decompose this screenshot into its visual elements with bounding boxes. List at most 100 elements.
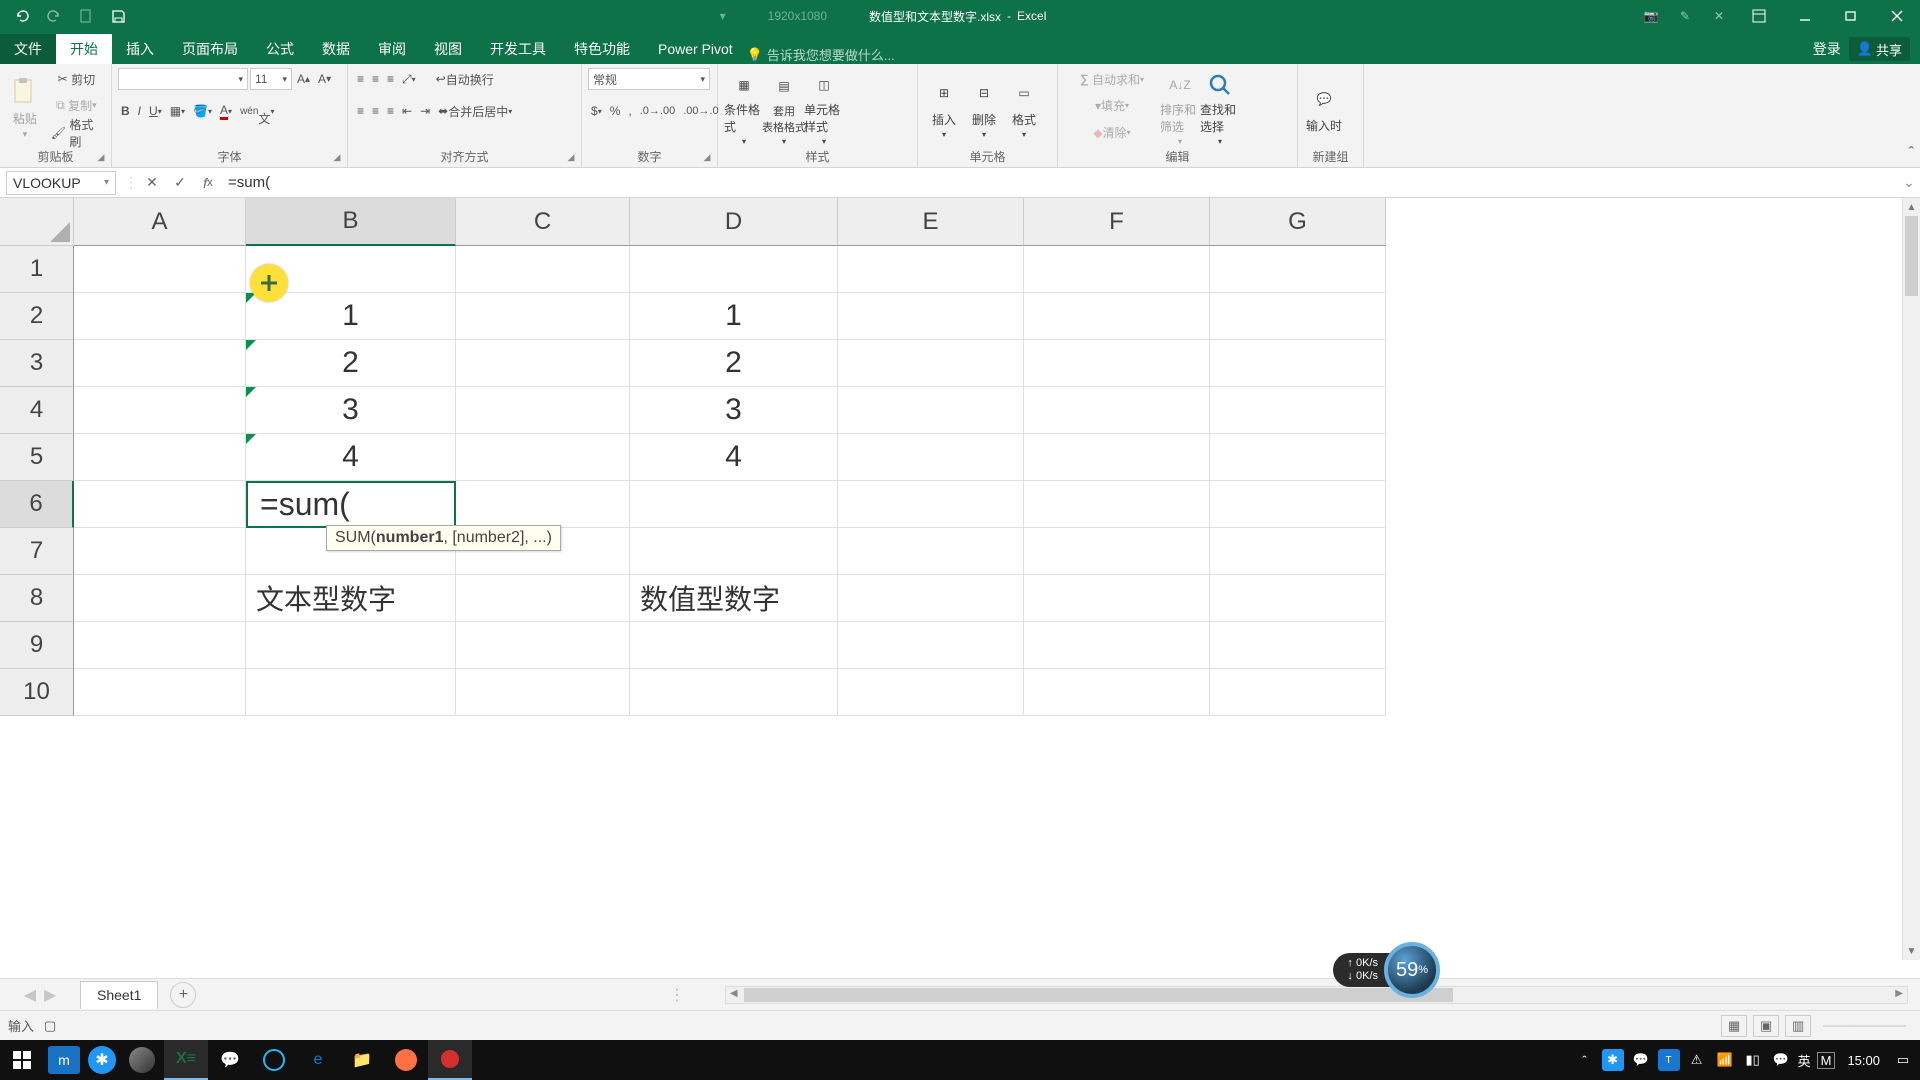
redo-icon[interactable] <box>40 4 68 28</box>
scroll-up-icon[interactable]: ▲ <box>1903 198 1920 216</box>
pencil-icon[interactable]: ✎ <box>1668 0 1702 32</box>
tab-layout[interactable]: 页面布局 <box>168 34 252 64</box>
tray-battery-icon[interactable]: ▮▯ <box>1742 1049 1764 1071</box>
cell-C4[interactable] <box>456 387 630 434</box>
cell-B4[interactable]: 3 <box>246 387 456 434</box>
tray-app-1[interactable]: ✱ <box>1602 1049 1624 1071</box>
col-head-F[interactable]: F <box>1024 198 1210 246</box>
fx-icon[interactable]: fx <box>194 171 222 195</box>
view-normal-icon[interactable]: ▦ <box>1721 1015 1747 1037</box>
col-head-E[interactable]: E <box>838 198 1024 246</box>
cell-G1[interactable] <box>1210 246 1386 293</box>
row-head-6[interactable]: 6 <box>0 481 74 528</box>
maximize-icon[interactable] <box>1828 0 1874 32</box>
cell-D8[interactable]: 数值型数字 <box>630 575 838 622</box>
align-top-icon[interactable]: ≡ <box>354 68 367 90</box>
cell-E8[interactable] <box>838 575 1024 622</box>
cell-C10[interactable] <box>456 669 630 716</box>
table-format-button[interactable]: ▤套用 表格格式▾ <box>764 66 804 146</box>
cell-F9[interactable] <box>1024 622 1210 669</box>
align-right-icon[interactable]: ≡ <box>384 100 397 122</box>
align-bottom-icon[interactable]: ≡ <box>384 68 397 90</box>
font-color-button[interactable]: A▾ <box>217 100 235 122</box>
tab-home[interactable]: 开始 <box>56 34 112 64</box>
cell-A2[interactable] <box>74 293 246 340</box>
row-head-5[interactable]: 5 <box>0 434 74 481</box>
cell-D1[interactable] <box>630 246 838 293</box>
col-head-A[interactable]: A <box>74 198 246 246</box>
share-button[interactable]: 👤共享 <box>1849 37 1910 61</box>
cell-D3[interactable]: 2 <box>630 340 838 387</box>
taskbar-edge[interactable]: e <box>296 1040 340 1080</box>
indent-dec-icon[interactable]: ⇤ <box>399 100 415 122</box>
cell-G2[interactable] <box>1210 293 1386 340</box>
percent-icon[interactable]: % <box>607 100 624 122</box>
cell-A7[interactable] <box>74 528 246 575</box>
insert-cells-button[interactable]: ⊞插入▾ <box>924 66 964 146</box>
cell-B8[interactable]: 文本型数字 <box>246 575 456 622</box>
cell-C2[interactable] <box>456 293 630 340</box>
cell-G6[interactable] <box>1210 481 1386 528</box>
clear-button[interactable]: ◆ 清除▾ <box>1064 122 1160 144</box>
taskbar-record[interactable] <box>428 1040 472 1080</box>
view-page-icon[interactable]: ▣ <box>1753 1015 1779 1037</box>
formula-input[interactable]: =sum( <box>222 171 1898 195</box>
taskbar-wechat[interactable]: 💬 <box>208 1040 252 1080</box>
shrink-font-icon[interactable]: A▾ <box>315 68 334 90</box>
cell-E6[interactable] <box>838 481 1024 528</box>
collapse-ribbon-icon[interactable]: ˆ <box>1909 145 1914 163</box>
sheet-tab[interactable]: Sheet1 <box>80 981 158 1009</box>
font-launcher-icon[interactable]: ◢ <box>330 150 344 164</box>
cell-F6[interactable] <box>1024 481 1210 528</box>
tray-wechat2-icon[interactable]: 💬 <box>1770 1049 1792 1071</box>
taskbar-app-3[interactable] <box>120 1040 164 1080</box>
underline-button[interactable]: U▾ <box>146 100 165 122</box>
tray-network-icon[interactable]: 📶 <box>1714 1049 1736 1071</box>
cell-A3[interactable] <box>74 340 246 387</box>
font-size-combo[interactable]: 11▾ <box>250 68 292 90</box>
format-painter-button[interactable]: 🖌 格式刷 <box>48 122 105 144</box>
close-rec-icon[interactable]: ✕ <box>1702 0 1736 32</box>
tab-dev[interactable]: 开发工具 <box>476 34 560 64</box>
wrap-text-button[interactable]: ↩ 自动换行 <box>433 68 497 90</box>
cell-G8[interactable] <box>1210 575 1386 622</box>
cell-D10[interactable] <box>630 669 838 716</box>
align-center-icon[interactable]: ≡ <box>369 100 382 122</box>
cell-E9[interactable] <box>838 622 1024 669</box>
scroll-down-icon[interactable]: ▼ <box>1903 942 1920 960</box>
row-head-2[interactable]: 2 <box>0 293 74 340</box>
minimize-icon[interactable] <box>1782 0 1828 32</box>
taskbar-clock[interactable]: 15:00 <box>1847 1053 1880 1068</box>
delete-cells-button[interactable]: ⊟删除▾ <box>964 66 1004 146</box>
align-left-icon[interactable]: ≡ <box>354 100 367 122</box>
comma-icon[interactable]: , <box>625 100 634 122</box>
name-box[interactable]: VLOOKUP▾ <box>6 171 116 195</box>
cell-C9[interactable] <box>456 622 630 669</box>
number-launcher-icon[interactable]: ◢ <box>700 150 714 164</box>
increase-decimal-icon[interactable]: .0→.00 <box>637 100 678 122</box>
cell-B5[interactable]: 4 <box>246 434 456 481</box>
cell-A8[interactable] <box>74 575 246 622</box>
cell-F10[interactable] <box>1024 669 1210 716</box>
cell-G5[interactable] <box>1210 434 1386 481</box>
autosum-button[interactable]: ∑ 自动求和▾ <box>1064 68 1160 90</box>
select-all-button[interactable] <box>0 198 74 246</box>
border-button[interactable]: ▦▾ <box>167 100 188 122</box>
currency-icon[interactable]: $▾ <box>588 100 605 122</box>
cell-B2[interactable]: 1 <box>246 293 456 340</box>
row-head-7[interactable]: 7 <box>0 528 74 575</box>
expand-formula-icon[interactable]: ⌄ <box>1898 174 1920 191</box>
cell-E5[interactable] <box>838 434 1024 481</box>
tab-insert[interactable]: 插入 <box>112 34 168 64</box>
col-head-C[interactable]: C <box>456 198 630 246</box>
cell-B9[interactable] <box>246 622 456 669</box>
copy-button[interactable]: ⧉ 复制▾ <box>48 95 105 117</box>
cell-E4[interactable] <box>838 387 1024 434</box>
new-group-button[interactable]: 💬输入时 <box>1304 66 1344 146</box>
bold-button[interactable]: B <box>118 100 133 122</box>
col-head-D[interactable]: D <box>630 198 838 246</box>
phonetic-button[interactable]: wén文▾ <box>237 100 277 122</box>
cell-B6[interactable]: =sum( <box>246 481 456 528</box>
row-head-4[interactable]: 4 <box>0 387 74 434</box>
scroll-right-icon[interactable]: ▶ <box>1895 988 1903 999</box>
